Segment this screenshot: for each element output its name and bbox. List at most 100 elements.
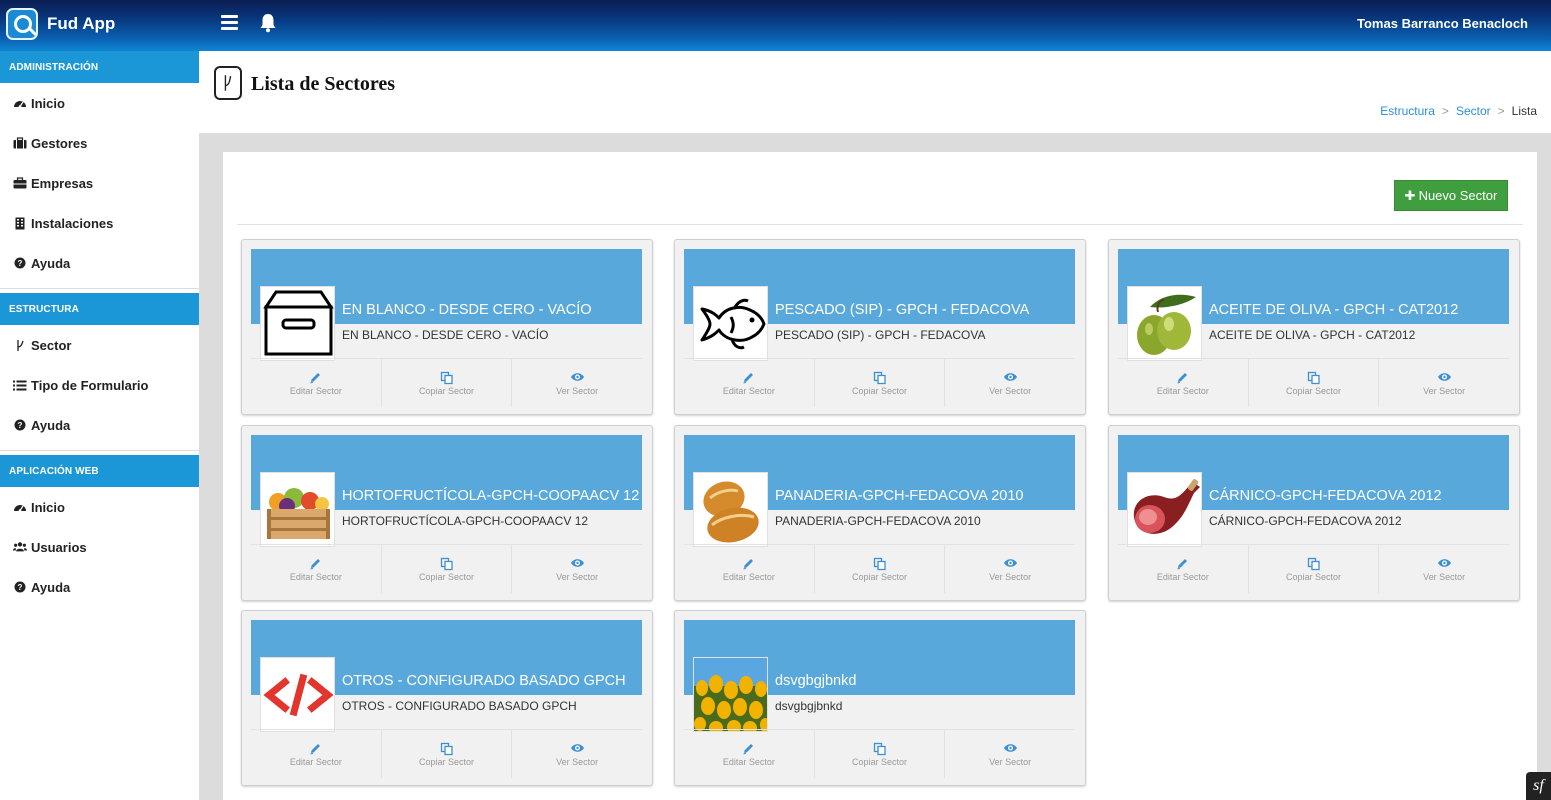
sector-title: PANADERIA-GPCH-FEDACOVA 2010 [775, 488, 1024, 504]
edit-sector-button[interactable]: Editar Sector [684, 359, 815, 407]
edit-sector-label: Editar Sector [1156, 571, 1209, 582]
sidebar-item-label: Sector [31, 337, 72, 353]
card-actions: Editar Sector Copiar Sector Ver Sector [1118, 544, 1509, 593]
eye-icon [1437, 372, 1451, 381]
copy-icon [1307, 371, 1320, 384]
edit-sector-label: Editar Sector [289, 571, 342, 582]
fud-logo-icon [6, 8, 38, 40]
copy-sector-button[interactable]: Copiar Sector [815, 359, 946, 407]
menu-toggle-icon[interactable] [221, 15, 238, 30]
view-sector-button[interactable]: Ver Sector [512, 730, 642, 778]
list-icon [13, 380, 27, 390]
sidebar-item-gestores[interactable]: Gestores [0, 123, 199, 163]
sidebar-item-empresas[interactable]: Empresas [0, 163, 199, 203]
fruit-crate-image [260, 472, 335, 547]
view-sector-button[interactable]: Ver Sector [512, 359, 642, 407]
copy-sector-button[interactable]: Copiar Sector [382, 545, 513, 593]
panel-divider [237, 224, 1523, 225]
card-actions: Editar Sector Copiar Sector Ver Sector [684, 358, 1075, 407]
sector-subtitle: OTROS - CONFIGURADO BASADO GPCH [342, 699, 577, 713]
sector-card: CÁRNICO-GPCH-FEDACOVA 2012 CÁRNICO-GPCH-F… [1108, 425, 1520, 601]
sidebar-item-ayuda[interactable]: ? Ayuda [0, 405, 199, 445]
svg-text:?: ? [18, 421, 23, 430]
sector-title: OTROS - CONFIGURADO BASADO GPCH [342, 673, 626, 689]
view-sector-button[interactable]: Ver Sector [1379, 359, 1509, 407]
bell-icon[interactable] [259, 13, 277, 33]
sector-card: PESCADO (SIP) - GPCH - FEDACOVA PESCADO (… [674, 239, 1086, 415]
card-actions: Editar Sector Copiar Sector Ver Sector [251, 544, 642, 593]
view-sector-button[interactable]: Ver Sector [1379, 545, 1509, 593]
edit-sector-button[interactable]: Editar Sector [1118, 359, 1249, 407]
edit-sector-button[interactable]: Editar Sector [1118, 545, 1249, 593]
sidebar-item-instalaciones[interactable]: Instalaciones [0, 203, 199, 243]
view-sector-button[interactable]: Ver Sector [945, 730, 1075, 778]
copy-sector-label: Copiar Sector [851, 385, 908, 396]
edit-sector-button[interactable]: Editar Sector [684, 545, 815, 593]
sidebar-item-ayuda[interactable]: ? Ayuda [0, 243, 199, 283]
sidebar-item-label: Ayuda [31, 417, 71, 433]
eye-icon [1003, 558, 1017, 567]
edit-sector-label: Editar Sector [289, 385, 342, 396]
sidebar-item-label: Instalaciones [31, 215, 114, 231]
page-title: Lista de Sectores [251, 73, 396, 95]
copy-sector-button[interactable]: Copiar Sector [1249, 545, 1380, 593]
copy-sector-button[interactable]: Copiar Sector [815, 545, 946, 593]
card-actions: Editar Sector Copiar Sector Ver Sector [251, 358, 642, 407]
sector-subtitle: dsvgbgjbnkd [775, 699, 843, 713]
sidebar-item-ayuda-web[interactable]: ? Ayuda [0, 567, 199, 607]
view-sector-label: Ver Sector [989, 385, 1032, 396]
copy-icon [873, 557, 886, 570]
user-name[interactable]: Tomas Barranco Benacloch [1357, 16, 1528, 31]
view-sector-button[interactable]: Ver Sector [512, 545, 642, 593]
view-sector-label: Ver Sector [989, 571, 1032, 582]
brand[interactable]: Fud App [6, 6, 115, 42]
toolbox-icon [13, 177, 27, 189]
card-actions: Editar Sector Copiar Sector Ver Sector [684, 544, 1075, 593]
sidebar-item-label: Tipo de Formulario [31, 377, 149, 393]
ham-image [1127, 472, 1202, 547]
sidebar-item-inicio[interactable]: Inicio [0, 83, 199, 123]
copy-sector-button[interactable]: Copiar Sector [382, 359, 513, 407]
view-sector-button[interactable]: Ver Sector [945, 359, 1075, 407]
copy-sector-label: Copiar Sector [851, 571, 908, 582]
sector-subtitle: PESCADO (SIP) - GPCH - FEDACOVA [775, 328, 986, 342]
fork-icon [17, 339, 24, 351]
new-sector-button[interactable]: ✚ Nuevo Sector [1394, 180, 1508, 211]
copy-icon [440, 742, 453, 755]
copy-sector-button[interactable]: Copiar Sector [815, 730, 946, 778]
tulips-image [693, 657, 768, 732]
sidebar-item-tipo-formulario[interactable]: Tipo de Formulario [0, 365, 199, 405]
copy-sector-button[interactable]: Copiar Sector [382, 730, 513, 778]
fish-image [693, 286, 768, 361]
sidebar-item-inicio-web[interactable]: Inicio [0, 487, 199, 527]
sidebar-item-sector[interactable]: Sector [0, 325, 199, 365]
building-icon [15, 217, 25, 229]
symfony-toolbar-icon[interactable]: sf [1526, 772, 1551, 800]
edit-sector-button[interactable]: Editar Sector [251, 359, 382, 407]
copy-sector-button[interactable]: Copiar Sector [1249, 359, 1380, 407]
edit-sector-button[interactable]: Editar Sector [251, 545, 382, 593]
edit-sector-button[interactable]: Editar Sector [251, 730, 382, 778]
breadcrumb-sector[interactable]: Sector [1456, 104, 1491, 118]
pencil-icon [743, 372, 754, 383]
edit-sector-label: Editar Sector [722, 756, 775, 767]
copy-sector-label: Copiar Sector [418, 571, 475, 582]
briefcase-icon [13, 137, 27, 149]
pencil-icon [743, 743, 754, 754]
sidebar-section-aplicacion-web: APLICACIÓN WEB [0, 455, 199, 487]
breadcrumb-separator: > [1441, 104, 1449, 118]
breadcrumb-estructura[interactable]: Estructura [1380, 104, 1435, 118]
sector-title: ACEITE DE OLIVA - GPCH - CAT2012 [1209, 302, 1459, 318]
view-sector-button[interactable]: Ver Sector [945, 545, 1075, 593]
sector-subtitle: CÁRNICO-GPCH-FEDACOVA 2012 [1209, 514, 1402, 528]
pencil-icon [1177, 558, 1188, 569]
sector-title: HORTOFRUCTÍCOLA-GPCH-COOPAACV 12 [342, 488, 640, 504]
page-header: Lista de Sectores Estructura > Sector > List… [199, 51, 1551, 133]
sector-title: CÁRNICO-GPCH-FEDACOVA 2012 [1209, 488, 1442, 504]
edit-sector-button[interactable]: Editar Sector [684, 730, 815, 778]
eye-icon [570, 743, 584, 752]
sidebar-item-usuarios[interactable]: Usuarios [0, 527, 199, 567]
edit-sector-label: Editar Sector [722, 385, 775, 396]
pencil-icon [743, 558, 754, 569]
sector-card: dsvgbgjbnkd dsvgbgjbnkd Editar Sector Copia… [674, 610, 1086, 786]
